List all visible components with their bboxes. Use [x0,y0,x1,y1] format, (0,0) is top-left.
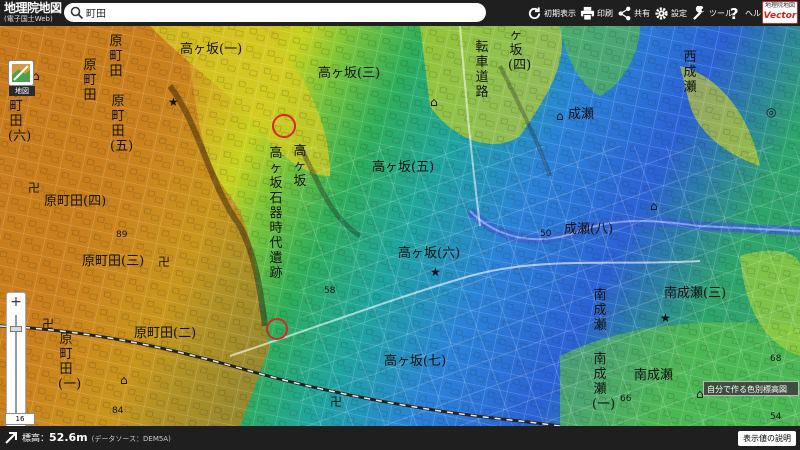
map-label: 原町田(三) [82,254,145,269]
map-label: 成瀬(八) [564,222,614,237]
temple-symbol: 卍 [42,317,55,331]
temple-symbol: 卍 [158,255,171,269]
search-input[interactable] [86,4,476,20]
help-icon: ? [730,6,739,21]
zoom-slider-handle[interactable] [10,326,22,332]
gsi-logo[interactable]: 地理院地図 (電子国土Web) [4,1,62,24]
map-label: 西成瀬 [683,50,697,95]
search-box[interactable] [64,3,486,22]
layer-switch-button[interactable]: 地図 [8,60,35,96]
map-label: 原町田(二) [134,326,197,341]
temple-symbol: 卍 [330,395,343,409]
share-label: 共有 [634,8,650,18]
zoom-level-indicator: 16 [5,413,35,425]
map-label: 高ヶ坂(五) [372,160,435,175]
layer-button-label: 地図 [9,86,35,96]
zoom-in-button[interactable]: + [7,293,25,311]
building-symbol: ⌂ [120,373,128,387]
map-label: 南成瀬 [593,288,607,333]
map-label: 原町田(四) [44,194,107,209]
print-label: 印刷 [597,8,613,18]
map-label: 高ヶ坂(一) [180,42,243,57]
tool-icon [693,5,705,20]
map-label: 高ヶ坂(七) [384,354,447,369]
building-symbol: ⌂ [430,95,438,109]
settings-label: 設定 [671,8,687,18]
expand-arrow-icon[interactable] [4,431,18,445]
spot-height: 84 [112,406,124,416]
map-label: 南成瀬(三) [664,286,727,301]
elevation-value: 52.6m [49,431,88,444]
map-label: ヶ坂(四) [508,28,532,73]
share-icon [618,6,631,20]
settings-button[interactable]: 設定 [654,3,687,23]
map-label: 原町田(五) [110,94,134,154]
map-label: 原町田 [109,34,123,79]
bottom-status-bar: 標高：52.6m (データソース：DEM5A) 表示値の説明 [0,426,800,450]
map-label: 原町田(一) [58,332,82,392]
svg-text:?: ? [730,6,739,21]
reset-view-button[interactable]: 初期表示 [527,3,576,23]
school-symbol: ★ [168,95,179,109]
top-toolbar: 地理院地図 (電子国土Web) 初期表示 印刷 共有 [0,0,800,26]
spot-height: 54 [770,412,782,422]
vector-badge-top: 地理院地図 [764,2,795,9]
school-symbol: ★ [430,265,441,279]
tools-button[interactable]: ツール [692,3,733,23]
building-symbol: ⌂ [556,109,564,123]
vector-badge-main: Vector [763,11,797,21]
map-label: 南成瀬 [634,368,674,383]
zoom-control: + − [6,292,26,426]
share-button[interactable]: 共有 [617,3,650,23]
school-symbol: ★ [660,311,671,325]
reset-icon [528,6,541,19]
spot-height: 50 [540,229,552,239]
map-layer-icon [12,64,30,82]
map-label: 高ヶ坂石器時代遺跡 [269,146,283,281]
building-symbol: ◎ [766,105,777,119]
search-icon [70,6,84,20]
reset-view-label: 初期表示 [544,8,576,18]
map-label: 転車道路 [475,40,489,100]
printer-icon [580,6,595,21]
spot-height: 68 [770,354,782,364]
print-button[interactable]: 印刷 [580,3,613,23]
building-symbol: ⌂ [650,199,658,213]
data-source: (データソース：DEM5A) [91,435,171,443]
gear-icon [655,6,668,20]
vector-badge[interactable]: 地理院地図 Vector [762,1,798,24]
spot-height: 89 [116,230,128,240]
map-label: 高ヶ坂(三) [318,66,381,81]
map-label: 原町田 [83,58,97,103]
map-label: 高ヶ坂(六) [398,246,461,261]
map-label: 高ヶ坂 [293,144,307,189]
map-label: 成瀬 [568,107,595,122]
map-label: 南成瀬(一) [592,352,616,412]
temple-symbol: 卍 [28,181,41,195]
elevation-readout: 標高：52.6m (データソース：DEM5A) [22,431,171,444]
value-legend-button[interactable]: 表示値の説明 [738,431,796,446]
spot-height: 66 [620,394,632,404]
logo-subtitle: (電子国土Web) [4,15,53,23]
elevation-label: 標高： [22,434,50,444]
layer-info-popup[interactable]: 自分で作る色別標高図 [703,381,799,396]
spot-height: 58 [324,286,336,296]
logo-title: 地理院地図 [4,1,62,15]
map-canvas[interactable]: 原町田 原町田(五) 高ヶ坂(一) 高ヶ坂(三) 転車道路 ヶ坂(四) 西成瀬 … [0,26,800,426]
